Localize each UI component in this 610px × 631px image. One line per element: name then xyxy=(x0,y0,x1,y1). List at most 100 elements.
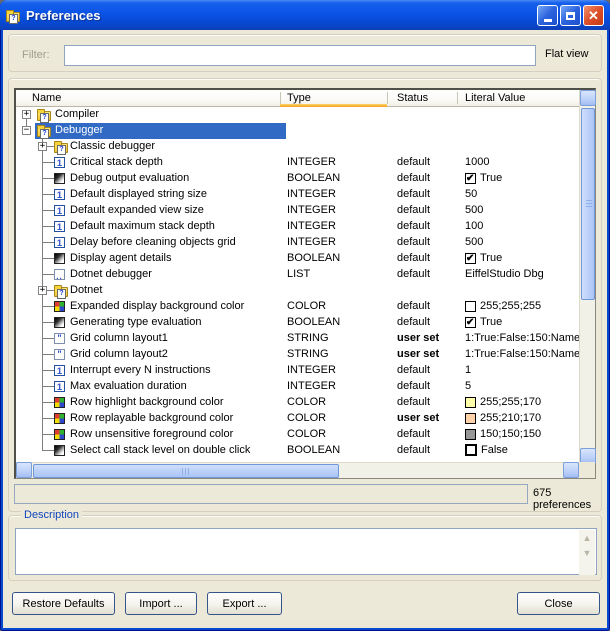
integer-icon xyxy=(54,189,65,200)
preference-row[interactable]: Grid column layout1STRINGuser set1:True:… xyxy=(16,331,580,347)
preference-literal-value: 50 xyxy=(465,188,477,200)
preferences-window: Preferences ✕ Filter: Flat view Name Typ… xyxy=(0,0,610,631)
boolean-icon xyxy=(54,173,65,184)
arrow-up-icon xyxy=(584,92,592,100)
preference-type: LIST xyxy=(287,268,310,280)
scrollbar-corner xyxy=(579,462,595,478)
preference-type: INTEGER xyxy=(287,236,336,248)
preference-status: default xyxy=(397,172,430,184)
preference-type: BOOLEAN xyxy=(287,444,340,456)
checkbox-unchecked-icon[interactable] xyxy=(465,444,477,456)
column-header-name[interactable]: Name xyxy=(32,92,61,104)
scroll-left-button[interactable] xyxy=(16,462,32,478)
preference-literal-value: 255;210;170 xyxy=(480,412,541,424)
folder-help-icon xyxy=(6,12,20,22)
preference-row[interactable]: + Compiler xyxy=(16,107,580,123)
checkbox-checked-icon[interactable] xyxy=(465,253,476,264)
column-header-status[interactable]: Status xyxy=(397,92,428,104)
description-textarea[interactable]: ▲ ▼ xyxy=(15,528,597,575)
import-button[interactable]: Import ... xyxy=(125,592,197,615)
string-icon xyxy=(54,333,65,344)
scroll-right-button[interactable] xyxy=(563,462,579,478)
tree-line xyxy=(42,386,54,387)
close-icon: ✕ xyxy=(588,8,599,24)
preference-name: Max evaluation duration xyxy=(70,380,187,392)
export-button[interactable]: Export ... xyxy=(207,592,282,615)
preference-row[interactable]: +Dotnet xyxy=(16,283,580,299)
maximize-icon xyxy=(566,12,575,20)
checkbox-checked-icon[interactable] xyxy=(465,317,476,328)
preference-row[interactable]: Default displayed string sizeINTEGERdefa… xyxy=(16,187,580,203)
chevron-up-icon[interactable]: ▲ xyxy=(579,530,595,545)
maximize-button[interactable] xyxy=(560,5,581,26)
preference-row[interactable]: Generating type evaluationBOOLEANdefault… xyxy=(16,315,580,331)
preference-name: Row unsensitive foreground color xyxy=(70,428,233,440)
preference-row[interactable]: Default expanded view sizeINTEGERdefault… xyxy=(16,203,580,219)
scroll-up-button[interactable] xyxy=(580,90,596,106)
collapse-icon[interactable]: − xyxy=(22,126,31,135)
preference-name: Debug output evaluation xyxy=(70,172,189,184)
window-title: Preferences xyxy=(26,8,100,23)
preference-literal-value: 1 xyxy=(465,364,471,376)
chevron-down-icon[interactable]: ▼ xyxy=(579,545,595,560)
folder-icon xyxy=(54,287,68,297)
grid-rows: + Compiler −Debugger+Classic debuggerCriti… xyxy=(16,107,580,465)
preference-row[interactable]: Row replayable background colorCOLORuser… xyxy=(16,411,580,427)
preference-name: Compiler xyxy=(55,108,99,120)
description-label: Description xyxy=(21,509,82,521)
preference-row[interactable]: Dotnet debuggerLISTdefaultEiffelStudio D… xyxy=(16,267,580,283)
integer-icon xyxy=(54,237,65,248)
filter-input[interactable] xyxy=(64,45,536,66)
preference-row[interactable]: Display agent detailsBOOLEANdefaultTrue xyxy=(16,251,580,267)
color-swatch[interactable] xyxy=(465,301,476,312)
preference-row[interactable]: Interrupt every N instructionsINTEGERdef… xyxy=(16,363,580,379)
vertical-scroll-thumb[interactable] xyxy=(581,108,595,300)
preference-row[interactable]: Grid column layout2STRINGuser set1:True:… xyxy=(16,347,580,363)
preference-name: Default maximum stack depth xyxy=(70,220,215,232)
preference-row[interactable]: Expanded display background colorCOLORde… xyxy=(16,299,580,315)
checkbox-checked-icon[interactable] xyxy=(465,173,476,184)
preference-row[interactable]: Delay before cleaning objects gridINTEGE… xyxy=(16,235,580,251)
color-swatch[interactable] xyxy=(465,429,476,440)
arrow-down-icon xyxy=(584,454,592,462)
flat-view-button[interactable]: Flat view xyxy=(545,48,588,60)
preference-row[interactable]: Row highlight background colorCOLORdefau… xyxy=(16,395,580,411)
expand-icon[interactable]: + xyxy=(22,110,31,119)
minimize-button[interactable] xyxy=(537,5,558,26)
preference-row[interactable]: +Classic debugger xyxy=(16,139,580,155)
color-swatch[interactable] xyxy=(465,413,476,424)
string-icon xyxy=(54,349,65,360)
tree-line xyxy=(42,226,54,227)
vertical-scrollbar[interactable] xyxy=(579,90,595,465)
preference-type: BOOLEAN xyxy=(287,316,340,328)
horizontal-scrollbar[interactable] xyxy=(16,462,580,478)
color-icon xyxy=(54,413,65,424)
integer-icon xyxy=(54,221,65,232)
preference-row[interactable]: Max evaluation durationINTEGERdefault5 xyxy=(16,379,580,395)
preference-literal-value: 1:True:False:150:Name:2: xyxy=(465,332,579,344)
preference-row[interactable]: Row unsensitive foreground colorCOLORdef… xyxy=(16,427,580,443)
tree-line xyxy=(42,162,54,163)
preference-status: default xyxy=(397,396,430,408)
integer-icon xyxy=(54,381,65,392)
close-dialog-button[interactable]: Close xyxy=(517,592,600,615)
color-swatch[interactable] xyxy=(465,397,476,408)
preference-row[interactable]: −Debugger xyxy=(16,123,580,139)
preference-status: default xyxy=(397,364,430,376)
horizontal-scroll-thumb[interactable] xyxy=(33,464,339,478)
restore-defaults-button[interactable]: Restore Defaults xyxy=(12,592,115,615)
preference-status: user set xyxy=(397,332,439,344)
expand-icon[interactable]: + xyxy=(38,286,47,295)
title-bar[interactable]: Preferences ✕ xyxy=(0,0,610,30)
column-separator xyxy=(280,92,281,104)
preference-row[interactable]: Select call stack level on double clickB… xyxy=(16,443,580,459)
close-button[interactable]: ✕ xyxy=(583,5,604,26)
preference-row[interactable]: Critical stack depthINTEGERdefault1000 xyxy=(16,155,580,171)
column-header-type[interactable]: Type xyxy=(287,92,311,104)
column-header-literal-value[interactable]: Literal Value xyxy=(465,92,525,104)
preference-type: INTEGER xyxy=(287,380,336,392)
preference-row[interactable]: Default maximum stack depthINTEGERdefaul… xyxy=(16,219,580,235)
preference-row[interactable]: Debug output evaluationBOOLEANdefaultTru… xyxy=(16,171,580,187)
expand-icon[interactable]: + xyxy=(38,142,47,151)
color-icon xyxy=(54,301,65,312)
